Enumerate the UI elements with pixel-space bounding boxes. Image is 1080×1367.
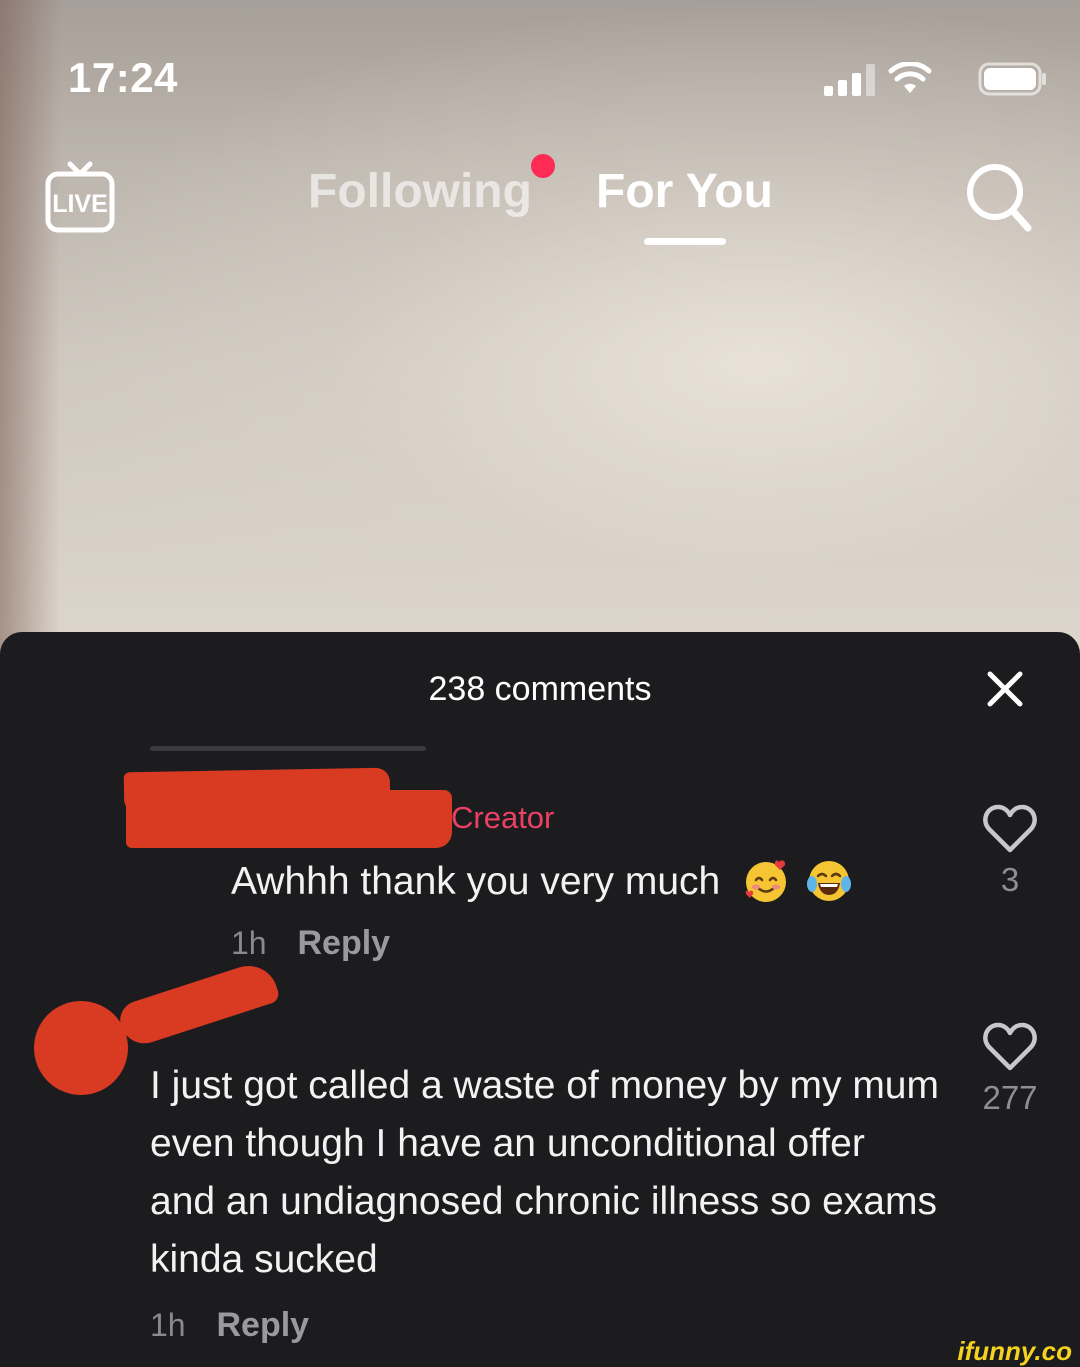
- status-time: 17:24: [68, 54, 178, 101]
- tab-for-you[interactable]: For You: [596, 164, 773, 219]
- search-icon[interactable]: [962, 158, 1034, 234]
- reply-button[interactable]: Reply: [216, 1306, 309, 1344]
- comment-body: Awhhh thank you very much: [231, 860, 721, 903]
- reply-button[interactable]: Reply: [297, 924, 390, 962]
- comment-time: 1h: [150, 1307, 186, 1343]
- live-label: LIVE: [52, 190, 108, 218]
- live-tv-icon[interactable]: LIVE: [44, 156, 116, 236]
- close-icon[interactable]: [984, 668, 1026, 710]
- comment-body: I just got called a waste of money by my…: [150, 1064, 939, 1281]
- tab-following[interactable]: Following: [308, 164, 532, 219]
- face-with-tears-of-joy-icon: [806, 860, 851, 901]
- comment-meta: 1h Reply: [231, 924, 390, 963]
- creator-badge: Creator: [451, 800, 555, 835]
- following-notification-dot: [531, 154, 555, 178]
- comment-time: 1h: [231, 925, 267, 961]
- comment-text: Awhhh thank you very much: [231, 853, 852, 911]
- comment-meta: 1h Reply: [150, 1306, 309, 1345]
- redacted-username: [126, 790, 452, 848]
- like-count: 3: [1000, 861, 1020, 898]
- cellular-signal-icon: [824, 64, 876, 96]
- video-edge-shade: [0, 0, 60, 660]
- comments-count-title: 238 comments: [428, 670, 652, 708]
- battery-icon: [978, 62, 1046, 96]
- previous-comment-divider: [150, 746, 426, 751]
- comments-sheet: 238 comments Creator Awhhh thank you ver…: [0, 632, 1080, 1364]
- redacted-avatar: [34, 1001, 128, 1095]
- wifi-icon: [888, 62, 932, 93]
- top-nav: LIVE Following For You: [0, 150, 1080, 250]
- like-count: 277: [982, 1079, 1038, 1116]
- smiling-face-with-hearts-icon: [745, 860, 787, 902]
- redacted-username: [115, 958, 281, 1050]
- like-heart-icon[interactable]: [983, 804, 1037, 854]
- like-heart-icon[interactable]: [983, 1022, 1037, 1072]
- active-tab-indicator: [644, 238, 726, 245]
- watermark: ifunny.co: [957, 1336, 1072, 1366]
